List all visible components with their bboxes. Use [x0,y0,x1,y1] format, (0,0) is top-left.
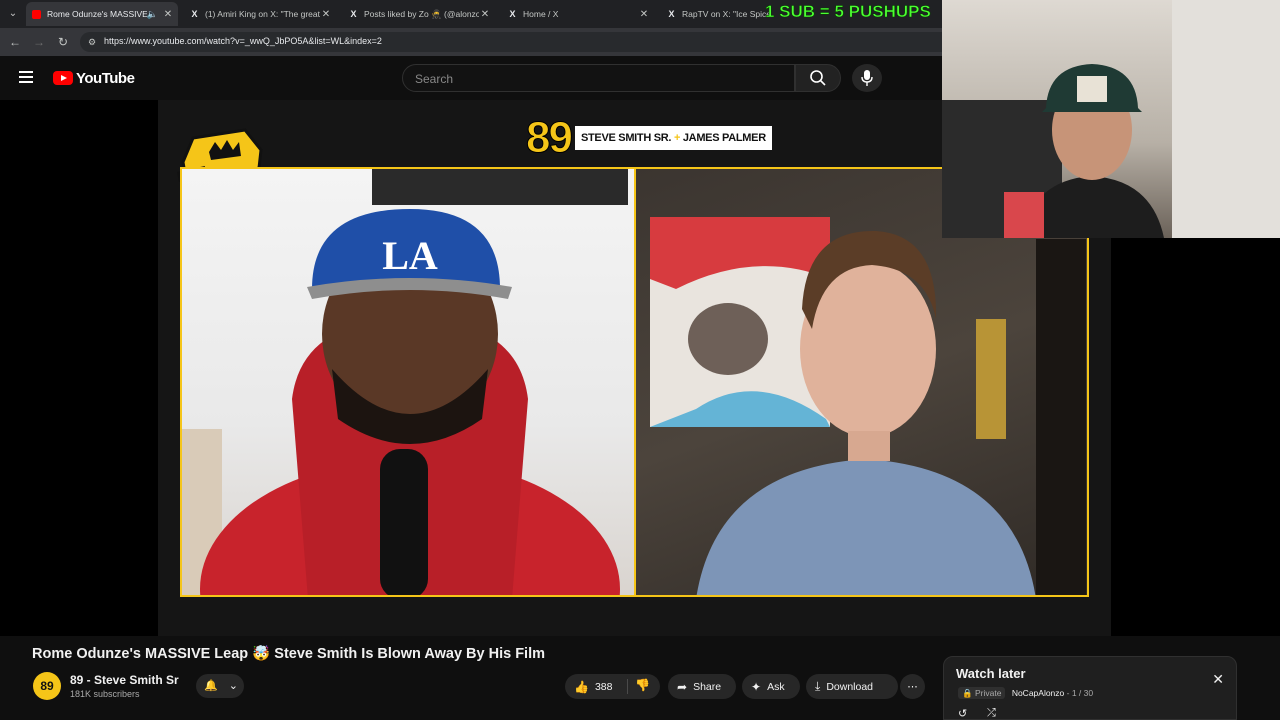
shuffle-playlist-icon[interactable]: ⤮ [987,707,996,720]
tab-title: (1) Amiri King on X: "The great [205,9,320,19]
playlist-owner[interactable]: NoCapAlonzo [1012,688,1064,698]
privacy-badge: 🔒 Private [958,687,1006,699]
channel-name[interactable]: 89 - Steve Smith Sr [70,673,179,687]
loop-playlist-icon[interactable]: ↺ [958,707,967,720]
tab-close-icon[interactable]: ✕ [638,9,650,20]
notification-bell-button[interactable]: 🔔 ⌄ [196,674,244,698]
search-button[interactable] [795,64,841,92]
like-count: 388 [594,680,613,693]
x-favicon-icon: X [668,8,675,19]
tab-close-icon[interactable]: ✕ [479,9,491,20]
host-figure-image: LA [182,169,628,595]
video-title: Rome Odunze's MASSIVE Leap 🤯 Steve Smith… [32,646,546,662]
like-button[interactable]: 👍 388 👎 [565,674,660,699]
thumbs-down-icon[interactable]: 👎 [635,678,650,692]
episode-banner: 89 STEVE SMITH SR. + JAMES PALMER [526,113,772,163]
x-favicon-icon: X [191,8,198,19]
tab-title: Posts liked by Zo 🥷 (@alonzo [364,8,479,19]
ask-button[interactable]: ✦ Ask [742,674,800,699]
browser-tab-youtube[interactable]: Rome Odunze's MASSIVE Le 🔈 ✕ [26,2,178,26]
video-panel-left: LA [180,167,636,597]
playlist-meta: 🔒 Private NoCapAlonzo - 1 / 30 [958,687,1094,699]
streamer-figure-image [942,0,1280,238]
download-button[interactable]: ⤓ Download [806,674,898,699]
browser-tab-x[interactable]: X RapTV on X: "Ice Spice re [661,2,771,26]
privacy-label: Private [974,688,1002,698]
chevron-down-icon: ⌄ [228,680,238,692]
share-arrow-icon: ➦ [677,679,688,694]
download-label: Download [826,680,874,693]
browser-tab-x[interactable]: X (1) Amiri King on X: "The great ✕ [184,2,336,26]
search-placeholder: Search [415,72,454,86]
share-button[interactable]: ➦ Share [668,674,736,699]
channel-avatar[interactable]: 89 [33,672,61,700]
streamer-webcam [942,0,1280,238]
tab-close-icon[interactable]: ✕ [320,9,332,20]
voice-search-button[interactable] [852,64,882,92]
speaker-icon[interactable]: 🔈 [147,9,158,20]
youtube-favicon-icon [32,9,41,19]
sparkle-icon: ✦ [751,679,762,694]
search-icon [810,70,826,86]
banner-names: STEVE SMITH SR. + JAMES PALMER [574,126,772,150]
site-info-icon[interactable]: ⚙ [88,37,98,47]
tab-title: Home / X [523,9,559,19]
x-favicon-icon: X [509,8,516,19]
url-text[interactable]: https://www.youtube.com/watch?v=_wwQ_JbP… [104,36,382,46]
tab-search-chevron-icon[interactable]: ⌄ [6,7,20,21]
svg-text:LA: LA [382,233,438,278]
banner-number: 89 [526,113,574,163]
bell-icon: 🔔 [204,680,218,692]
video-player[interactable]: 89 STEVE SMITH SR. + JAMES PALMER LA [0,0,1280,636]
hamburger-menu-icon[interactable] [19,71,33,83]
playlist-title[interactable]: Watch later [956,666,1026,681]
reload-icon[interactable]: ↻ [56,35,70,49]
subscriber-count: 181K subscribers [70,689,140,699]
lock-icon: 🔒 [962,688,973,698]
like-divider [627,679,628,694]
download-icon: ⤓ [815,679,821,693]
banner-name-left: STEVE SMITH SR. [580,132,672,144]
ask-label: Ask [767,680,785,693]
youtube-logo-text[interactable]: YouTube [76,70,135,87]
tab-title: Rome Odunze's MASSIVE Le [47,9,147,19]
tab-close-icon[interactable]: ✕ [162,9,174,20]
youtube-masthead: YouTube Search [0,56,942,100]
forward-arrow-icon[interactable]: → [32,35,46,49]
watch-later-playlist-panel: Watch later 🔒 Private NoCapAlonzo - 1 / … [943,656,1237,720]
close-playlist-icon[interactable]: ✕ [1212,671,1224,688]
browser-tab-x[interactable]: X Posts liked by Zo 🥷 (@alonzo ✕ [343,2,495,26]
search-input[interactable]: Search [402,64,795,92]
tab-title: RapTV on X: "Ice Spice re [682,9,771,19]
stream-overlay-text: 1 SUB = 5 PUSHUPS [765,2,931,22]
more-actions-button[interactable]: ⋯ [900,674,925,699]
url-field[interactable]: ⚙ https://www.youtube.com/watch?v=_wwQ_J… [80,32,942,52]
microphone-icon [861,70,873,86]
browser-tab-x[interactable]: X Home / X ✕ [502,2,654,26]
thumbs-up-icon: 👍 [574,679,589,694]
banner-names-separator: + [673,132,681,144]
more-horizontal-icon: ⋯ [907,680,918,693]
youtube-logo-icon[interactable] [53,71,73,85]
back-arrow-icon[interactable]: ← [8,35,22,49]
x-favicon-icon: X [350,8,357,19]
share-label: Share [693,680,722,693]
browser-address-bar: ← → ↻ ⚙ https://www.youtube.com/watch?v=… [0,28,942,56]
banner-name-right: JAMES PALMER [682,132,766,144]
playlist-position: - 1 / 30 [1066,688,1094,698]
